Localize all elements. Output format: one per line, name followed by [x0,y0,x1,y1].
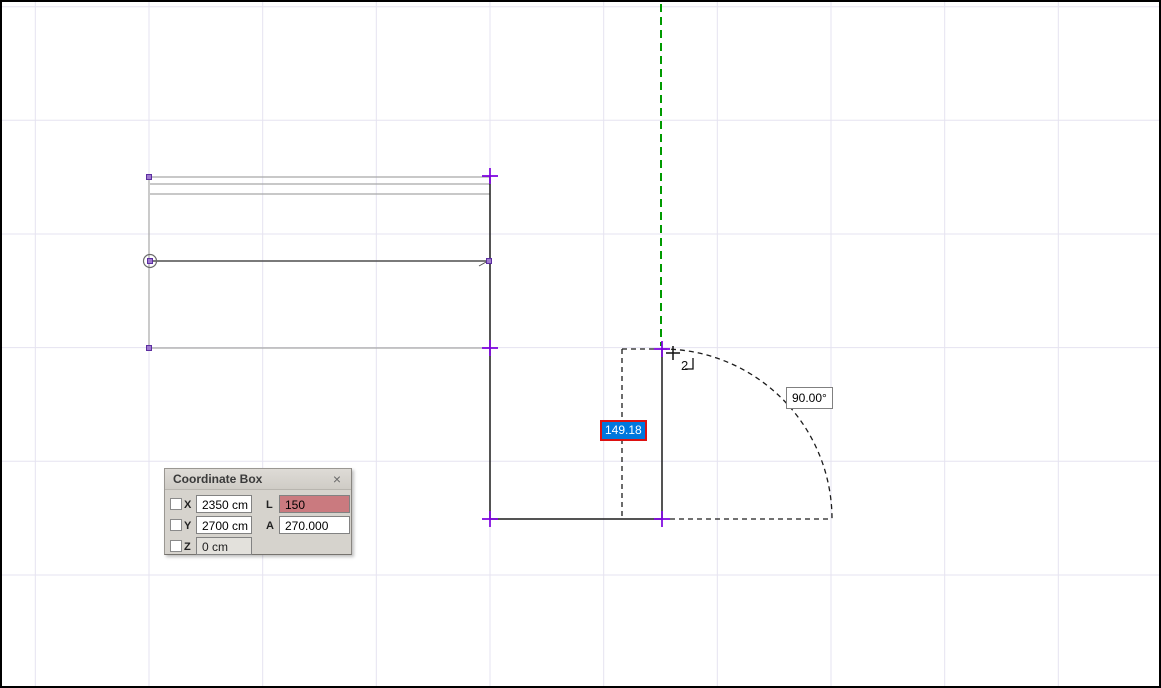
angle-readout-tag: 90.00° [786,387,833,409]
z-coordinate-field: 0 cm [196,537,252,555]
wall-outline[interactable] [148,176,490,349]
angle-label: A [266,520,274,532]
arrowhead [478,261,488,267]
coordinate-box-title: Coordinate Box [173,472,263,486]
coordinate-box-dialog: Coordinate Box × X 2350 cm Y 2700 cm Z 0… [164,468,352,555]
z-axis-label: Z [184,541,191,553]
coordinate-box-titlebar[interactable]: Coordinate Box × [165,469,351,490]
drawing-canvas[interactable]: 2 [2,2,1161,688]
length-field[interactable]: 150 [279,495,350,513]
length-label: L [266,499,273,511]
angle-field[interactable]: 270.000 [279,516,350,534]
y-checkbox[interactable] [170,519,182,531]
close-icon[interactable]: × [329,471,345,487]
x-coordinate-field[interactable]: 2350 cm [196,495,252,513]
x-axis-label: X [184,499,192,511]
x-checkbox[interactable] [170,498,182,510]
reference-line[interactable] [142,253,489,269]
construction-dashed [621,348,833,520]
handle-squares[interactable] [146,174,492,351]
grid-lines [2,2,1159,686]
cursor-hint-text: 2 [681,358,688,373]
angle-arc [661,348,833,520]
z-checkbox[interactable] [170,540,182,552]
cad-window: 2 149.18 90.00° Coordinate Box × X 2350 … [0,0,1161,688]
y-coordinate-field[interactable]: 2700 cm [196,516,252,534]
cursor-crosshair: 2 [666,346,694,373]
y-axis-label: Y [184,520,192,532]
length-tracker-tag[interactable]: 149.18 [600,420,647,441]
